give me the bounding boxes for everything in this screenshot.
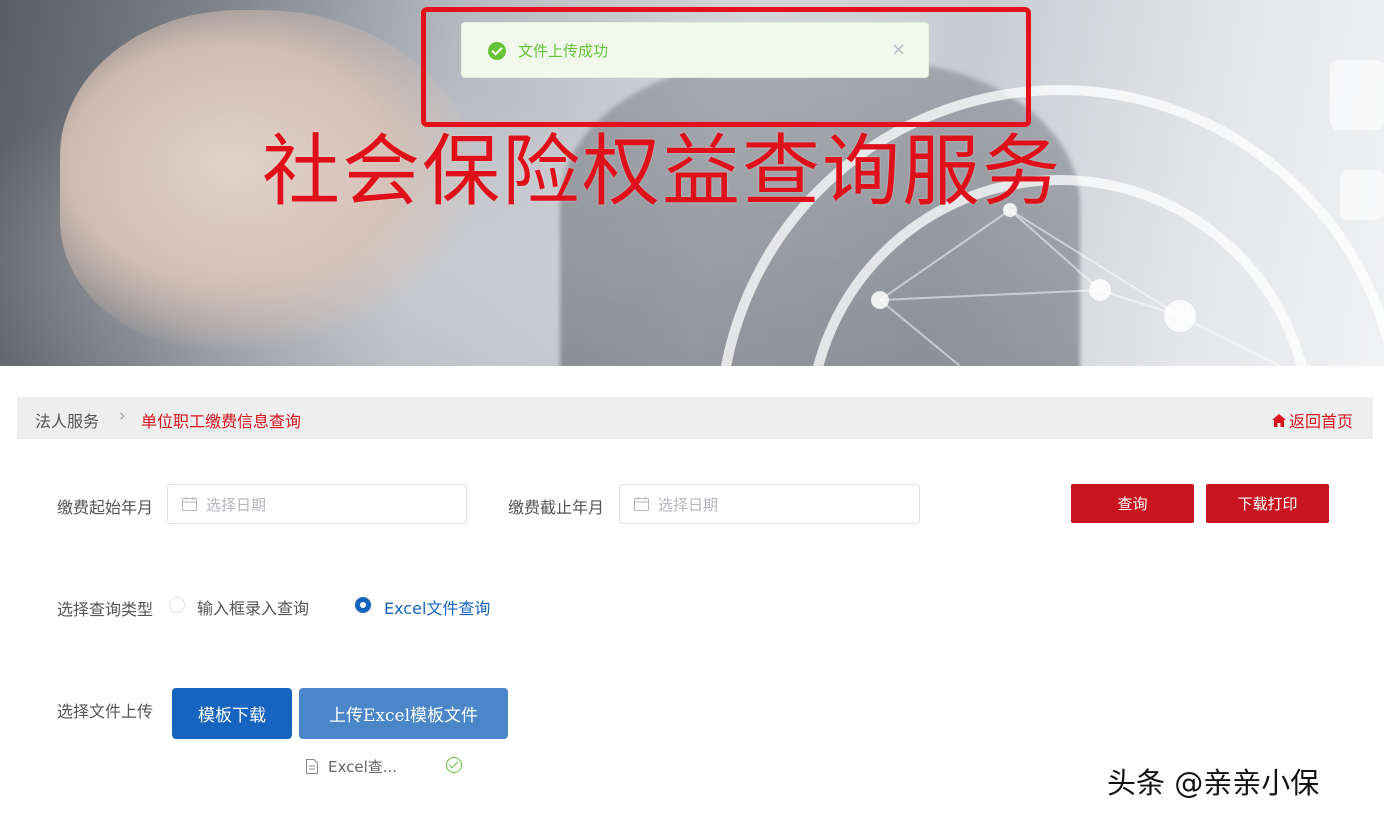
home-icon [1271,413,1286,427]
banner-title: 社会保险权益查询服务 [262,127,1063,217]
breadcrumb-parent[interactable]: 法人服务 [35,408,99,432]
query-type-label: 选择查询类型 [57,600,154,619]
radio-excel-query[interactable] [355,597,371,613]
breadcrumb: 法人服务 › 单位职工缴费信息查询 返回首页 [17,397,1373,439]
upload-success-icon [446,757,462,773]
watermark-text: 头条 @亲亲小保 [1107,766,1320,800]
calendar-icon [634,497,649,511]
upload-success-toast: 文件上传成功 × [461,22,929,78]
uploaded-file-item[interactable]: Excel查... [306,755,397,777]
back-home-label: 返回首页 [1288,412,1353,431]
radio-input-query-label[interactable]: 输入框录入查询 [197,595,309,619]
radio-input-query[interactable] [169,597,185,613]
upload-label: 选择文件上传 [57,702,154,721]
close-icon[interactable]: × [891,39,906,60]
end-month-picker[interactable] [619,484,920,524]
radio-excel-query-label[interactable]: Excel文件查询 [384,595,490,619]
start-month-picker[interactable] [167,484,467,524]
uploaded-file-name: Excel查... [328,757,398,776]
toast-message: 文件上传成功 [518,42,609,60]
start-month-label: 缴费起始年月 [57,498,154,517]
chevron-right-icon: › [119,406,126,426]
back-home-link[interactable]: 返回首页 [1271,408,1353,432]
success-check-icon [488,42,506,60]
start-month-input[interactable] [206,494,446,516]
download-print-button[interactable]: 下载打印 [1206,484,1329,523]
query-button[interactable]: 查询 [1071,484,1194,523]
upload-excel-button[interactable]: 上传Excel模板文件 [299,688,508,739]
template-download-button[interactable]: 模板下载 [172,688,292,739]
end-month-input[interactable] [658,494,898,516]
end-month-label: 缴费截止年月 [508,498,605,517]
breadcrumb-current: 单位职工缴费信息查询 [141,412,302,431]
document-icon [306,758,318,774]
calendar-icon [182,497,197,511]
